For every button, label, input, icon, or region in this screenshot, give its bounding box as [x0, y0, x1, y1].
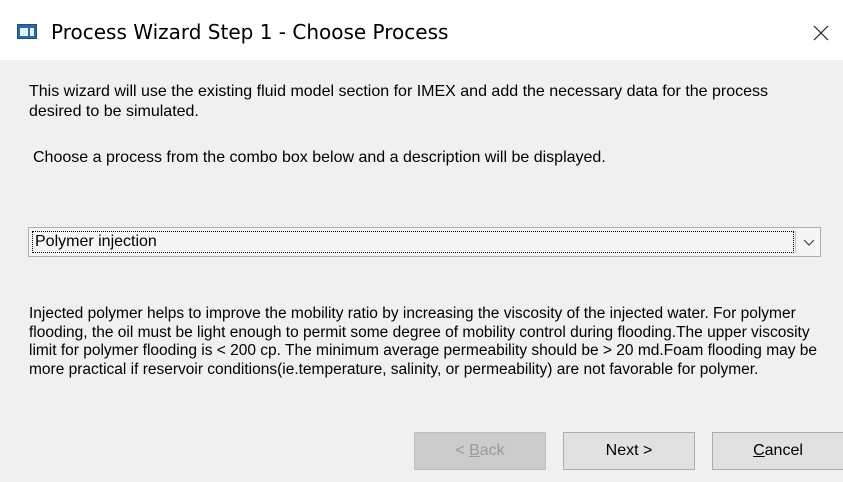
wizard-window-icon: [17, 24, 37, 39]
intro-text: This wizard will use the existing fluid …: [29, 83, 769, 120]
back-button-label: ack: [479, 442, 505, 459]
process-combo-selected: Polymer injection: [32, 231, 794, 253]
title-bar: Process Wizard Step 1 - Choose Process: [0, 0, 843, 60]
process-combo-box[interactable]: Polymer injection: [28, 227, 821, 257]
cancel-button[interactable]: Cancel: [712, 432, 843, 470]
chevron-down-icon[interactable]: [801, 234, 817, 250]
cancel-button-mnemonic: C: [753, 442, 765, 459]
next-button[interactable]: Next >: [563, 432, 695, 470]
close-button[interactable]: [806, 18, 836, 48]
window-title: Process Wizard Step 1 - Choose Process: [51, 20, 449, 44]
close-icon: [813, 25, 829, 41]
instruction-text: Choose a process from the combo box belo…: [33, 149, 606, 166]
back-button[interactable]: < Back: [414, 432, 546, 470]
cancel-button-label: ancel: [764, 442, 803, 459]
back-button-mnemonic: B: [469, 442, 480, 459]
combo-separator: [795, 231, 796, 253]
back-button-prefix: <: [455, 442, 470, 459]
process-description: Injected polymer helps to improve the mo…: [29, 305, 818, 378]
